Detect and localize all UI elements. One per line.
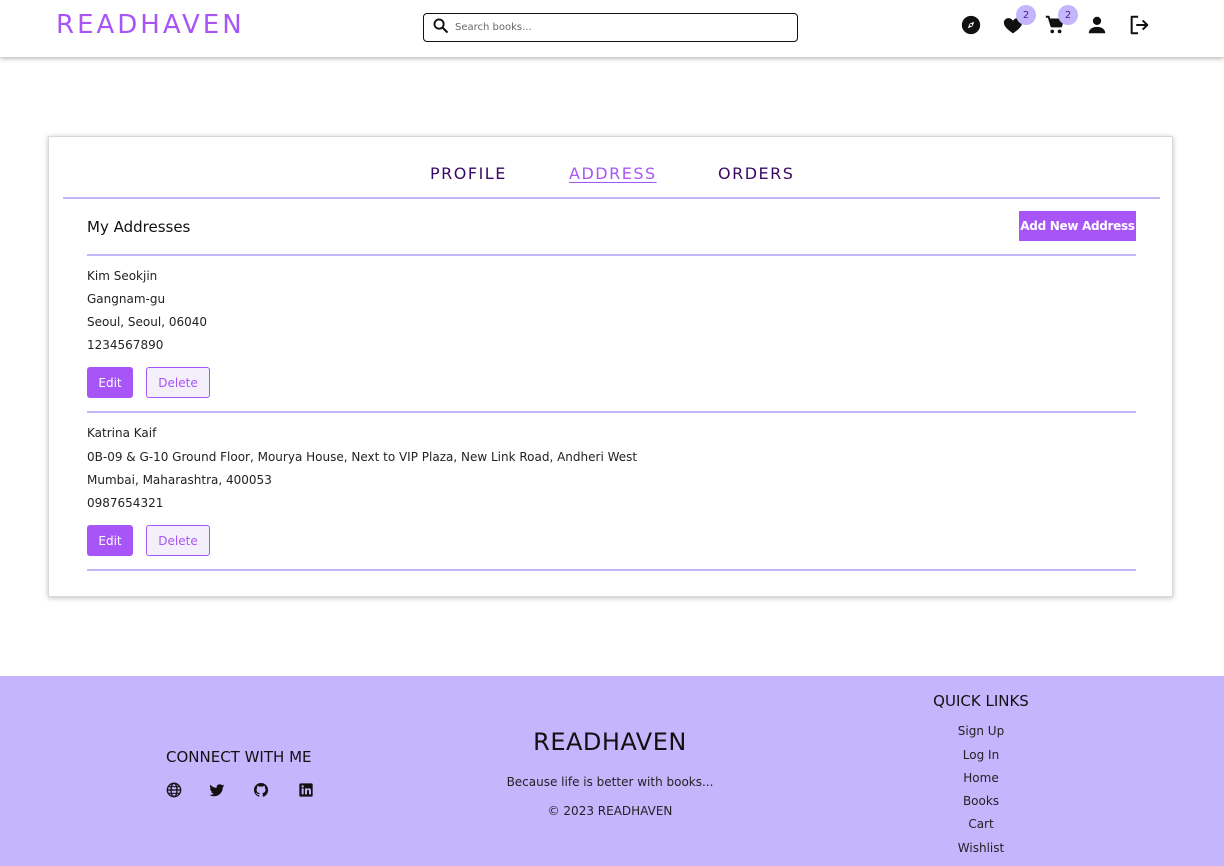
tab-orders[interactable]: ORDERS	[718, 164, 794, 183]
addresses-heading: My Addresses	[87, 218, 191, 236]
divider	[87, 411, 1136, 413]
search-input[interactable]	[455, 22, 785, 33]
address-phone: 0987654321	[87, 496, 164, 510]
cart-button[interactable]: 2	[1044, 5, 1078, 36]
cart-count-badge: 2	[1058, 5, 1078, 25]
add-new-address-button[interactable]: Add New Address	[1019, 211, 1136, 241]
address-street: 0B-09 & G-10 Ground Floor, Mourya House,…	[87, 450, 638, 464]
wishlist-button[interactable]: 2	[1002, 5, 1036, 36]
address-name: Kim Seokjin	[87, 269, 158, 283]
delete-address-button[interactable]: Delete	[146, 525, 210, 556]
address-name: Katrina Kaif	[87, 426, 157, 440]
divider	[87, 569, 1136, 571]
explore-icon[interactable]	[960, 14, 982, 36]
quick-link-log-in[interactable]: Log In	[881, 748, 1081, 762]
quick-link-sign-up[interactable]: Sign Up	[881, 724, 1081, 738]
site-footer: CONNECT WITH ME READHAVEN Because life i…	[0, 676, 1224, 866]
address-city: Mumbai, Maharashtra, 400053	[87, 473, 272, 487]
account-tabs: PROFILE ADDRESS ORDERS	[63, 137, 1160, 199]
delete-address-button[interactable]: Delete	[146, 367, 210, 398]
quick-links-heading: QUICK LINKS	[933, 692, 1029, 710]
address-phone: 1234567890	[87, 338, 164, 352]
quick-link-wishlist[interactable]: Wishlist	[881, 841, 1081, 855]
top-navbar: READHAVEN 2 2	[0, 0, 1224, 57]
site-logo[interactable]: READHAVEN	[56, 10, 245, 40]
edit-address-button[interactable]: Edit	[87, 367, 133, 398]
wishlist-count-badge: 2	[1016, 5, 1036, 25]
quick-link-books[interactable]: Books	[881, 794, 1081, 808]
address-street: Gangnam-gu	[87, 292, 166, 306]
tab-address[interactable]: ADDRESS	[569, 164, 657, 183]
user-icon[interactable]	[1086, 14, 1108, 36]
divider	[87, 254, 1136, 256]
edit-address-button[interactable]: Edit	[87, 525, 133, 556]
logout-icon[interactable]	[1128, 14, 1150, 36]
search-bar[interactable]	[423, 13, 798, 42]
search-icon	[432, 17, 449, 38]
quick-link-home[interactable]: Home	[881, 771, 1081, 785]
account-card: PROFILE ADDRESS ORDERS My Addresses Add …	[48, 136, 1173, 597]
tab-profile[interactable]: PROFILE	[430, 164, 507, 183]
address-city: Seoul, Seoul, 06040	[87, 315, 207, 329]
quick-link-cart[interactable]: Cart	[881, 817, 1081, 831]
